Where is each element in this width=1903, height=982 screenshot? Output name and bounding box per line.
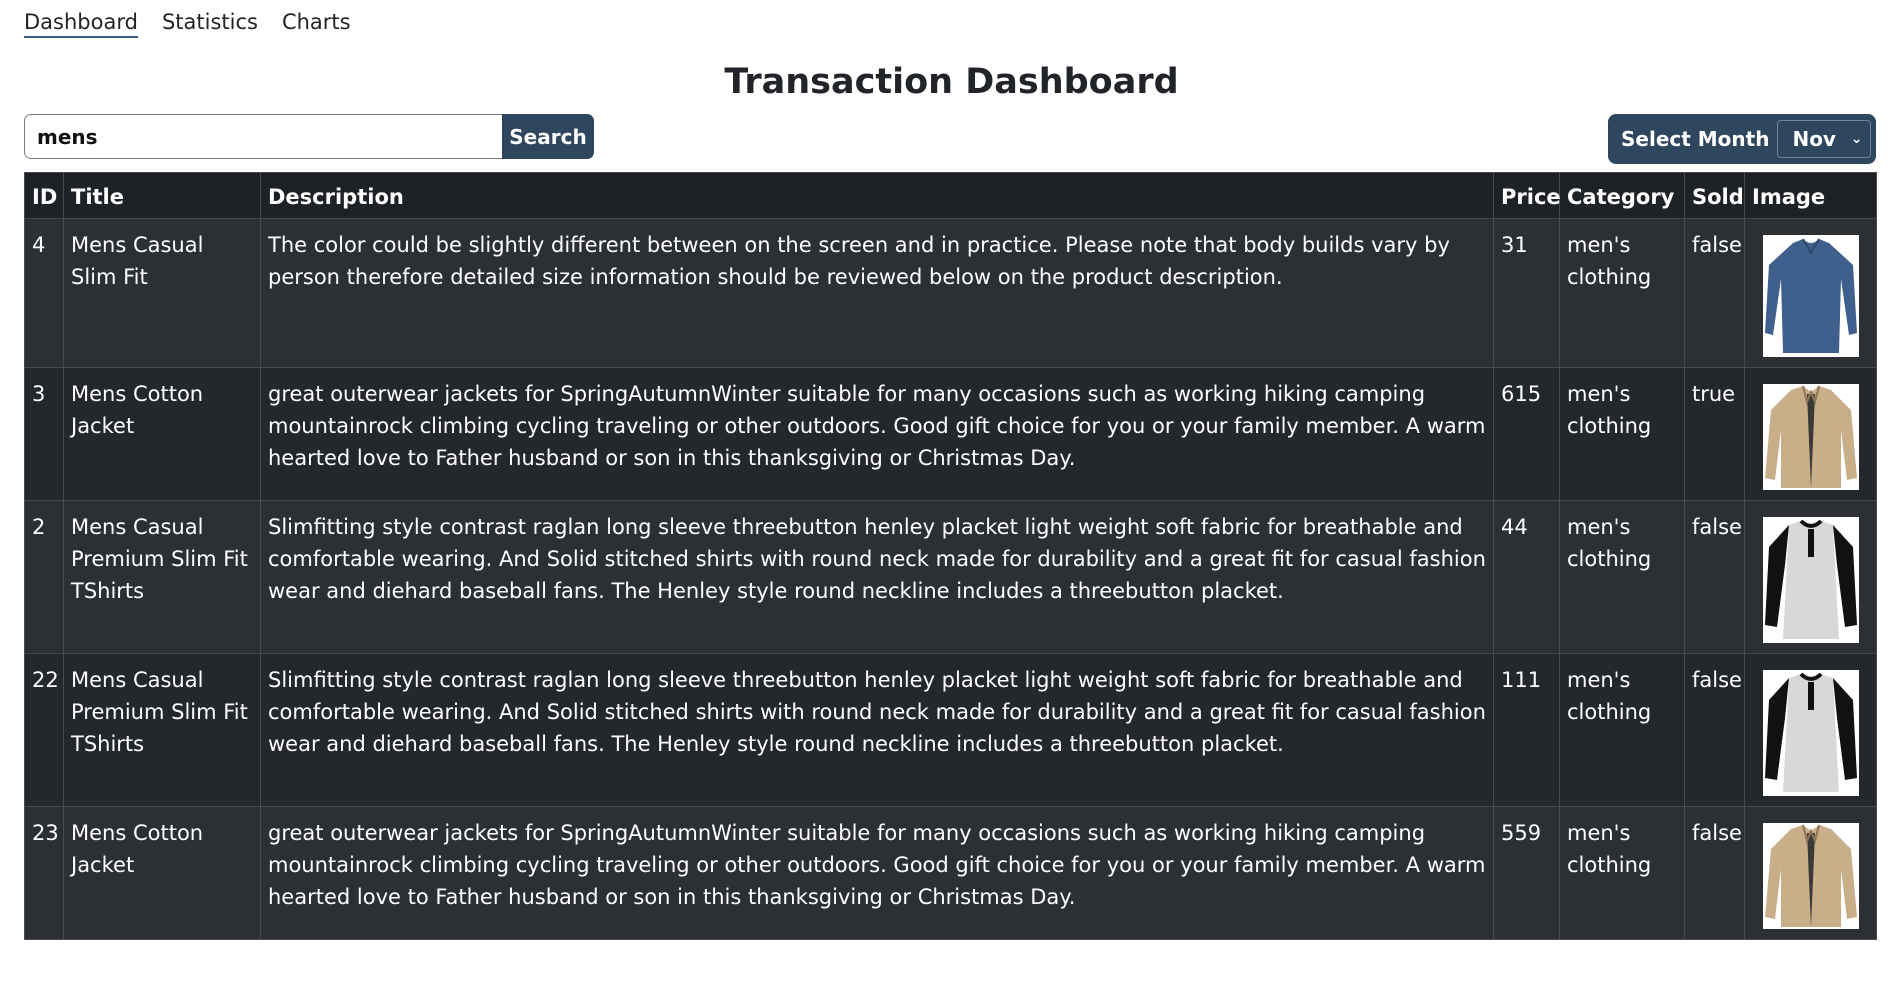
cell-sold: false bbox=[1684, 500, 1745, 654]
table-body: 4 Mens Casual Slim Fit The color could b… bbox=[24, 218, 1877, 940]
nav-link-charts[interactable]: Charts bbox=[282, 10, 351, 38]
cell-id: 22 bbox=[24, 653, 64, 807]
column-header-image: Image bbox=[1744, 172, 1877, 219]
cell-id: 4 bbox=[24, 218, 64, 368]
product-image-henley-shirt bbox=[1763, 517, 1859, 643]
month-select-label: Select Month bbox=[1621, 127, 1770, 151]
cell-description: Slimfitting style contrast raglan long s… bbox=[260, 500, 1494, 654]
column-header-sold: Sold bbox=[1684, 172, 1745, 219]
cell-title: Mens Cotton Jacket bbox=[63, 367, 261, 501]
cell-sold: true bbox=[1684, 367, 1745, 501]
page-title: Transaction Dashboard bbox=[724, 62, 1179, 102]
table-row: 2 Mens Casual Premium Slim Fit TShirts S… bbox=[24, 500, 1877, 654]
cell-description: The color could be slightly different be… bbox=[260, 218, 1494, 368]
cell-image bbox=[1744, 500, 1877, 654]
nav-link-dashboard[interactable]: Dashboard bbox=[24, 10, 138, 38]
cell-description: Slimfitting style contrast raglan long s… bbox=[260, 653, 1494, 807]
cell-sold: false bbox=[1684, 653, 1745, 807]
top-nav: Dashboard Statistics Charts bbox=[24, 10, 351, 38]
cell-image bbox=[1744, 218, 1877, 368]
cell-sold: false bbox=[1684, 806, 1745, 940]
table-header: ID Title Description Price Category Sold… bbox=[24, 172, 1877, 219]
transactions-table-container: ID Title Description Price Category Sold… bbox=[24, 172, 1877, 940]
table-row: 4 Mens Casual Slim Fit The color could b… bbox=[24, 218, 1877, 368]
cell-price: 111 bbox=[1493, 653, 1560, 807]
product-image-henley-shirt bbox=[1763, 670, 1859, 796]
cell-description: great outerwear jackets for SpringAutumn… bbox=[260, 367, 1494, 501]
transactions-table: ID Title Description Price Category Sold… bbox=[24, 172, 1877, 940]
cell-id: 23 bbox=[24, 806, 64, 940]
product-image-khaki-jacket bbox=[1763, 384, 1859, 490]
cell-description: great outerwear jackets for SpringAutumn… bbox=[260, 806, 1494, 940]
cell-category: men's clothing bbox=[1559, 218, 1685, 368]
cell-price: 559 bbox=[1493, 806, 1560, 940]
column-header-price: Price bbox=[1493, 172, 1561, 219]
cell-category: men's clothing bbox=[1559, 806, 1685, 940]
cell-category: men's clothing bbox=[1559, 653, 1685, 807]
cell-price: 44 bbox=[1493, 500, 1560, 654]
transaction-dashboard-page: Dashboard Statistics Charts Transaction … bbox=[0, 0, 1903, 982]
product-image-khaki-jacket bbox=[1763, 823, 1859, 929]
cell-title: Mens Cotton Jacket bbox=[63, 806, 261, 940]
column-header-title: Title bbox=[63, 172, 261, 219]
product-image-blue-shirt bbox=[1763, 235, 1859, 357]
cell-category: men's clothing bbox=[1559, 500, 1685, 654]
table-row: 3 Mens Cotton Jacket great outerwear jac… bbox=[24, 367, 1877, 501]
cell-id: 2 bbox=[24, 500, 64, 654]
cell-image bbox=[1744, 653, 1877, 807]
table-header-row: ID Title Description Price Category Sold… bbox=[24, 172, 1877, 219]
search-input[interactable] bbox=[24, 114, 502, 159]
nav-link-statistics[interactable]: Statistics bbox=[162, 10, 258, 38]
cell-category: men's clothing bbox=[1559, 367, 1685, 501]
column-header-category: Category bbox=[1559, 172, 1685, 219]
cell-title: Mens Casual Slim Fit bbox=[63, 218, 261, 368]
cell-image bbox=[1744, 806, 1877, 940]
search-button[interactable]: Search bbox=[502, 114, 594, 159]
table-row: 22 Mens Casual Premium Slim Fit TShirts … bbox=[24, 653, 1877, 807]
column-header-id: ID bbox=[24, 172, 64, 219]
cell-title: Mens Casual Premium Slim Fit TShirts bbox=[63, 500, 261, 654]
search-bar: Search bbox=[24, 114, 594, 159]
month-select-dropdown[interactable]: Nov ⌄ bbox=[1777, 120, 1872, 158]
cell-price: 31 bbox=[1493, 218, 1560, 368]
cell-image bbox=[1744, 367, 1877, 501]
table-row: 23 Mens Cotton Jacket great outerwear ja… bbox=[24, 806, 1877, 940]
cell-price: 615 bbox=[1493, 367, 1560, 501]
month-select-value: Nov bbox=[1792, 127, 1836, 151]
column-header-description: Description bbox=[260, 172, 1494, 219]
month-selector: Select Month Nov ⌄ bbox=[1608, 114, 1876, 164]
chevron-down-icon: ⌄ bbox=[1850, 131, 1863, 147]
cell-sold: false bbox=[1684, 218, 1745, 368]
cell-id: 3 bbox=[24, 367, 64, 501]
cell-title: Mens Casual Premium Slim Fit TShirts bbox=[63, 653, 261, 807]
